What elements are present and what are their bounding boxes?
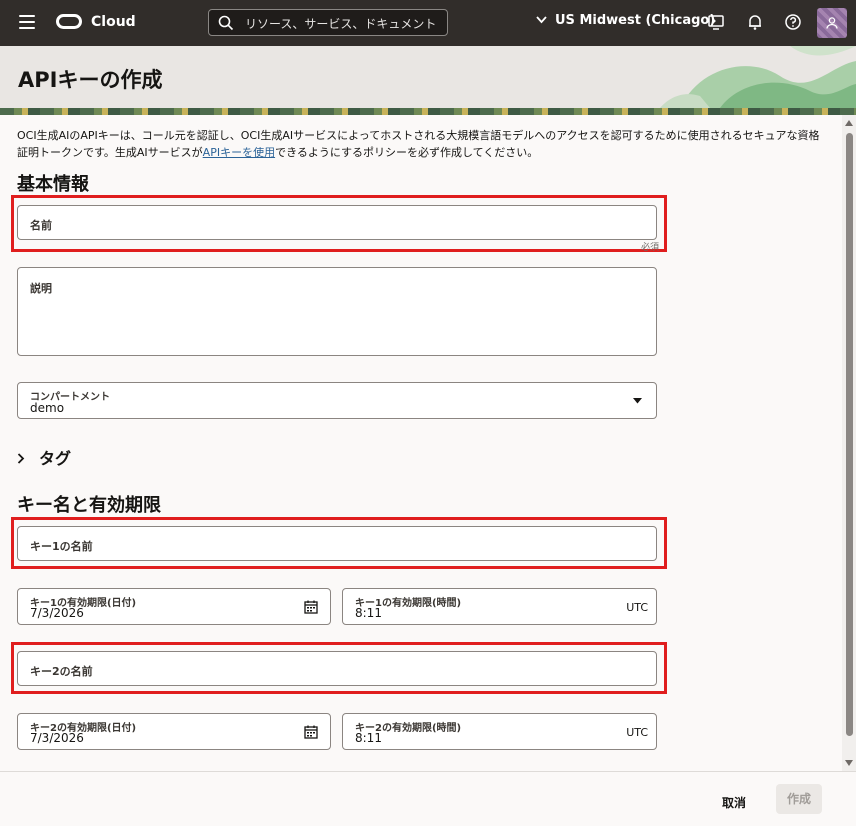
search-icon: [218, 15, 234, 31]
brand-label[interactable]: Cloud: [91, 14, 136, 30]
scrollbar-thumb[interactable]: [846, 133, 853, 736]
key2-time-field[interactable]: キー2の有効期限(時間) 8:11 UTC: [342, 713, 657, 750]
page-header: APIキーの作成: [0, 46, 856, 108]
compartment-value: demo: [30, 401, 65, 415]
tags-label: タグ: [39, 449, 72, 468]
calendar-icon[interactable]: [304, 600, 318, 614]
cancel-button[interactable]: 取消: [722, 794, 746, 811]
search-input[interactable]: リソース、サービス、ドキュメント: [208, 9, 448, 36]
description-field[interactable]: 説明: [17, 267, 657, 356]
key2-name-field[interactable]: キー2の名前: [17, 651, 657, 686]
footer-bar: 取消 作成: [0, 771, 856, 826]
chevron-right-icon: [17, 452, 25, 468]
user-icon: [826, 17, 838, 29]
key2-timezone: UTC: [626, 726, 648, 739]
help-icon[interactable]: [784, 13, 802, 31]
key1-time-field[interactable]: キー1の有効期限(時間) 8:11 UTC: [342, 588, 657, 625]
key2-name-label: キー2の名前: [30, 665, 93, 678]
tags-expander[interactable]: タグ: [17, 445, 71, 469]
cloud-shell-icon[interactable]: [707, 13, 725, 31]
basic-info-heading: 基本情報: [17, 174, 89, 195]
api-key-policy-link[interactable]: APIキーを使用: [203, 146, 275, 159]
required-hint: 必須: [641, 243, 660, 253]
caret-down-icon: [633, 398, 642, 404]
form-content: OCI生成AIのAPIキーは、コール元を認証し、OCI生成AIサービスによってホ…: [0, 115, 842, 771]
create-button[interactable]: 作成: [776, 784, 822, 814]
chevron-down-icon: [536, 13, 547, 28]
intro-text: OCI生成AIのAPIキーは、コール元を認証し、OCI生成AIサービスによってホ…: [17, 127, 827, 161]
search-placeholder: リソース、サービス、ドキュメント: [245, 17, 437, 31]
calendar-icon[interactable]: [304, 725, 318, 739]
region-label: US Midwest (Chicago): [555, 13, 716, 28]
scroll-up-icon[interactable]: [845, 120, 853, 126]
oracle-logo-icon[interactable]: [56, 14, 82, 29]
keys-heading: キー名と有効期限: [17, 495, 161, 516]
key1-date-value: 7/3/2026: [30, 606, 84, 620]
bell-icon[interactable]: [746, 13, 764, 31]
description-label: 説明: [30, 282, 52, 295]
header-pattern: [0, 108, 856, 115]
name-field[interactable]: 名前: [17, 205, 657, 240]
avatar[interactable]: [817, 8, 847, 38]
key2-time-value: 8:11: [355, 731, 382, 745]
key1-timezone: UTC: [626, 601, 648, 614]
key1-date-field[interactable]: キー1の有効期限(日付) 7/3/2026: [17, 588, 331, 625]
top-bar: Cloud リソース、サービス、ドキュメント US Midwest (Chica…: [0, 0, 856, 46]
intro-part2: できるようにするポリシーを必ず作成してください。: [275, 146, 539, 159]
scroll-down-icon[interactable]: [845, 760, 853, 766]
header-decoration: [660, 46, 856, 108]
key1-time-value: 8:11: [355, 606, 382, 620]
name-label: 名前: [30, 219, 52, 232]
key2-date-field[interactable]: キー2の有効期限(日付) 7/3/2026: [17, 713, 331, 750]
key1-name-field[interactable]: キー1の名前: [17, 526, 657, 561]
page-title: APIキーの作成: [18, 68, 163, 92]
region-selector[interactable]: US Midwest (Chicago): [536, 13, 715, 28]
compartment-select[interactable]: コンパートメント demo: [17, 382, 657, 419]
key1-name-label: キー1の名前: [30, 540, 93, 553]
menu-icon[interactable]: [19, 15, 35, 29]
key2-date-value: 7/3/2026: [30, 731, 84, 745]
